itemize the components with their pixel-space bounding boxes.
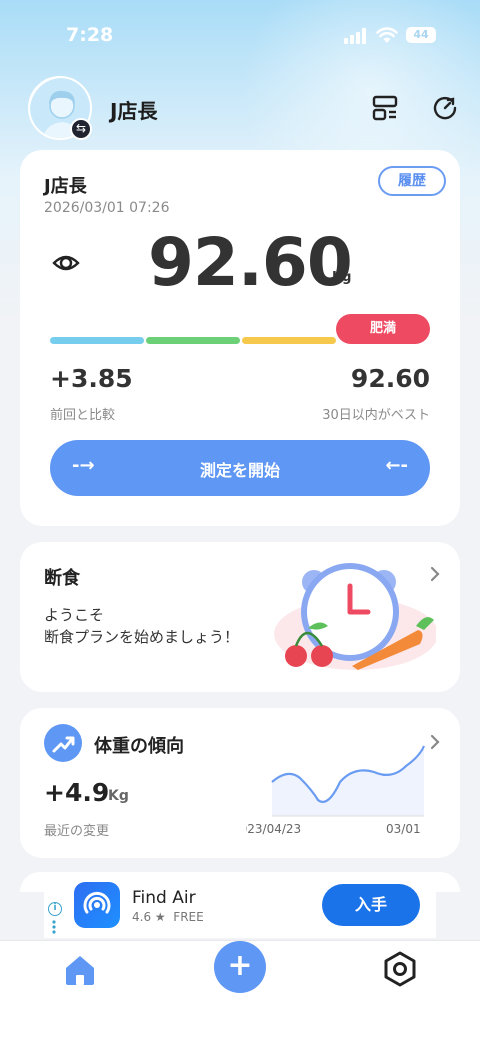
ad-price: FREE <box>173 910 204 924</box>
measurement-datetime: 2026/03/01 07:26 <box>44 200 170 216</box>
trend-x-start-text: 2023/04/23 <box>246 822 302 836</box>
trend-value: +4.9 <box>44 778 110 807</box>
add-measurement-button[interactable]: + <box>214 941 266 993</box>
arrow-left-icon: ←- <box>385 455 408 476</box>
status-time: 7:28 <box>66 24 114 46</box>
trend-x-end: 03/01 <box>386 822 421 836</box>
diff-label: 前回と比較 <box>50 408 116 423</box>
diff-value: +3.85 <box>50 364 133 393</box>
trend-sparkline <box>271 745 426 817</box>
ad-get-button[interactable]: 入手 <box>322 884 420 926</box>
best-label: 30日以内がベスト <box>322 408 430 423</box>
scale-segment-underweight <box>50 337 144 344</box>
best-value: 92.60 <box>350 364 430 393</box>
fasting-prompt: 断食プランを始めましょう！ <box>44 628 240 646</box>
user-name: J店長 <box>110 99 158 123</box>
trend-icon <box>44 724 82 762</box>
ad-banner[interactable]: i Find Air 4.6 ★ FREE 入手 <box>44 876 436 938</box>
fasting-welcome: ようこそ <box>44 606 105 624</box>
trend-title: 体重の傾向 <box>94 736 184 757</box>
history-button[interactable]: 履歴 <box>378 166 446 196</box>
ad-rating-value: 4.6 ★ <box>132 910 166 924</box>
weight-unit: Kg <box>332 270 352 285</box>
scale-segment-normal <box>146 337 240 344</box>
home-icon[interactable] <box>62 953 98 987</box>
ad-app-name: Find Air <box>132 888 196 908</box>
ad-rating: 4.6 ★ FREE <box>132 910 204 924</box>
scale-segment-overweight <box>242 337 336 344</box>
weight-trend-card[interactable]: 体重の傾向 +4.9 Kg 最近の変更 2023/04/23 03/01 <box>20 708 460 858</box>
layout-icon[interactable] <box>372 95 398 121</box>
fasting-card[interactable]: 断食 ようこそ 断食プランを始めましょう！ <box>20 542 460 692</box>
card-user-name: J店長 <box>44 176 87 197</box>
weight-value: 92.60 <box>148 224 353 301</box>
trend-unit: Kg <box>108 788 129 804</box>
ad-info-icon[interactable]: i <box>48 902 62 916</box>
tab-bar: + <box>0 940 480 1040</box>
find-air-app-icon <box>74 882 120 928</box>
measurement-card: J店長 2026/03/01 07:26 履歴 92.60 Kg 肥満 +3.8… <box>20 150 460 526</box>
start-measurement-button[interactable]: -→ 測定を開始 ←- <box>50 440 430 496</box>
fasting-title: 断食 <box>44 568 80 589</box>
battery-indicator: 44 <box>406 27 436 43</box>
fasting-clock-illustration-icon <box>274 563 436 670</box>
sync-icon[interactable] <box>432 95 458 121</box>
settings-icon[interactable] <box>382 951 418 987</box>
trend-x-start: 2023/04/23 <box>246 822 316 836</box>
signal-icon <box>344 28 366 44</box>
wifi-icon <box>376 27 398 43</box>
start-measurement-label: 測定を開始 <box>199 461 280 480</box>
eye-icon[interactable] <box>52 250 80 276</box>
trend-label: 最近の変更 <box>44 824 110 839</box>
status-bar: 7:28 44 <box>0 0 480 70</box>
switch-user-icon[interactable]: ⇆ <box>70 118 92 140</box>
ad-more-icon[interactable] <box>52 920 56 934</box>
